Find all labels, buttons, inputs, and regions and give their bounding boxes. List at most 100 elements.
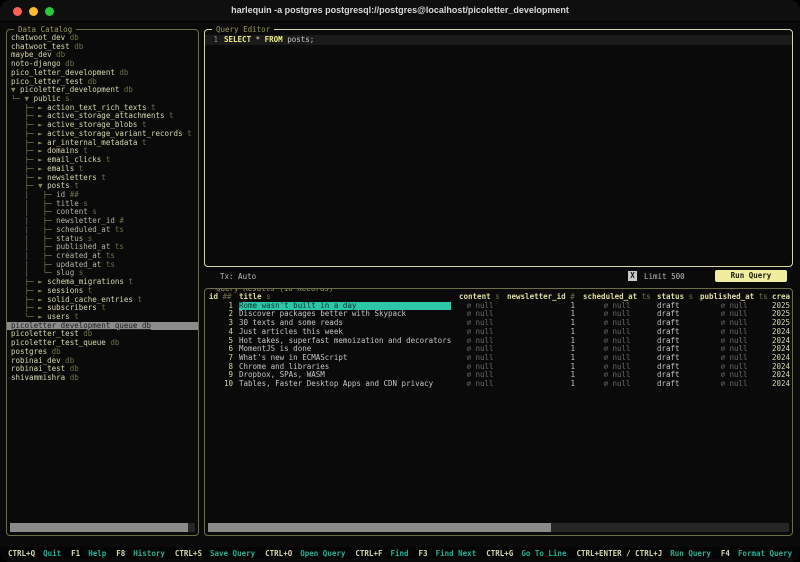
cell-status[interactable]: draft (657, 319, 694, 328)
shortcut-run-query[interactable]: CTRL+ENTER / CTRL+JRun Query (576, 549, 710, 558)
cell-created[interactable]: 2024 (772, 345, 790, 354)
column-header-id[interactable]: id ## (209, 293, 233, 302)
tree-item-users[interactable]: └─ ► users t (7, 313, 198, 322)
tree-item-active_storage_attachments[interactable]: ├─ ► active_storage_attachments t (7, 112, 198, 121)
column-header-content[interactable]: content s (459, 293, 501, 302)
cell-id[interactable]: 10 (209, 380, 233, 389)
cell-id[interactable]: 5 (209, 337, 233, 346)
tree-item-robinai_dev[interactable]: robinai_dev db (7, 357, 198, 366)
tree-item-id[interactable]: │ ├─ id ## (7, 191, 198, 200)
cell-newsletter_id[interactable]: 1 (507, 371, 575, 380)
column-header-title[interactable]: title s (239, 293, 451, 302)
cell-id[interactable]: 8 (209, 363, 233, 372)
tree-item-postgres[interactable]: postgres db (7, 348, 198, 357)
cell-title[interactable]: Hot takes, superfast memoization and dec… (239, 337, 451, 346)
tree-item-newsletter_id[interactable]: │ ├─ newsletter_id # (7, 217, 198, 226)
cell-created[interactable]: 2024 (772, 380, 790, 389)
cell-content[interactable]: ∅ null (459, 363, 501, 372)
tree-item-content[interactable]: │ ├─ content s (7, 208, 198, 217)
cell-published_at[interactable]: ∅ null (700, 319, 768, 328)
cell-title[interactable]: Rome wasn't built in a day (239, 302, 451, 311)
cell-newsletter_id[interactable]: 1 (507, 310, 575, 319)
shortcut-history[interactable]: F8History (116, 549, 165, 558)
cell-status[interactable]: draft (657, 354, 694, 363)
cell-newsletter_id[interactable]: 1 (507, 354, 575, 363)
tree-item-chatwoot_dev[interactable]: chatwoot_dev db (7, 34, 198, 43)
cell-title[interactable]: Chrome and libraries (239, 363, 451, 372)
tree-item-created_at[interactable]: │ ├─ created_at ts (7, 252, 198, 261)
cell-scheduled_at[interactable]: ∅ null (583, 345, 651, 354)
tree-item-active_storage_variant_records[interactable]: ├─ ► active_storage_variant_records t (7, 130, 198, 139)
shortcut-help[interactable]: F1Help (71, 549, 106, 558)
tree-item-email_clicks[interactable]: ├─ ► email_clicks t (7, 156, 198, 165)
tree-item-chatwoot_test[interactable]: chatwoot_test db (7, 43, 198, 52)
column-header-crea[interactable]: crea (772, 293, 790, 302)
cell-title[interactable]: Just articles this week (239, 328, 451, 337)
cell-id[interactable]: 3 (209, 319, 233, 328)
shortcut-find-next[interactable]: F3Find Next (419, 549, 477, 558)
cell-created[interactable]: 2025 (772, 319, 790, 328)
cell-title[interactable]: 30 texts and some reads (239, 319, 451, 328)
cell-scheduled_at[interactable]: ∅ null (583, 328, 651, 337)
cell-id[interactable]: 7 (209, 354, 233, 363)
cell-newsletter_id[interactable]: 1 (507, 380, 575, 389)
run-query-button[interactable]: Run Query (715, 270, 787, 282)
cell-published_at[interactable]: ∅ null (700, 345, 768, 354)
cell-created[interactable]: 2024 (772, 337, 790, 346)
tree-item-published_at[interactable]: │ ├─ published_at ts (7, 243, 198, 252)
cell-id[interactable]: 2 (209, 310, 233, 319)
tree-item-emails[interactable]: ├─ ► emails t (7, 165, 198, 174)
tree-item-action_text_rich_texts[interactable]: ├─ ► action_text_rich_texts t (7, 104, 198, 113)
tree-item-solid_cache_entries[interactable]: ├─ ► solid_cache_entries t (7, 296, 198, 305)
cell-created[interactable]: 2024 (772, 371, 790, 380)
tree-item-pico_letter_development[interactable]: pico_letter_development db (7, 69, 198, 78)
cell-published_at[interactable]: ∅ null (700, 363, 768, 372)
column-header-newsletter_id[interactable]: newsletter_id # (507, 293, 575, 302)
tree-item-public[interactable]: └─ ▼ public s (7, 95, 198, 104)
cell-status[interactable]: draft (657, 302, 694, 311)
limit-label[interactable]: Limit 500 (644, 272, 685, 281)
tree-item-picoletter_test_queue[interactable]: picoletter_test_queue db (7, 339, 198, 348)
cell-published_at[interactable]: ∅ null (700, 302, 768, 311)
tree-item-noto-django[interactable]: noto-django db (7, 60, 198, 69)
cell-content[interactable]: ∅ null (459, 328, 501, 337)
cell-published_at[interactable]: ∅ null (700, 328, 768, 337)
cell-newsletter_id[interactable]: 1 (507, 363, 575, 372)
cell-scheduled_at[interactable]: ∅ null (583, 380, 651, 389)
cell-published_at[interactable]: ∅ null (700, 310, 768, 319)
tree-item-updated_at[interactable]: │ ├─ updated_at ts (7, 261, 198, 270)
cell-content[interactable]: ∅ null (459, 337, 501, 346)
tree-item-shivammishra[interactable]: shivammishra db (7, 374, 198, 383)
tree-item-slug[interactable]: │ └─ slug s (7, 269, 198, 278)
query-editor-panel[interactable]: Query Editor 1 SELECT * FROM posts; (204, 29, 793, 267)
cell-scheduled_at[interactable]: ∅ null (583, 363, 651, 372)
cell-created[interactable]: 2024 (772, 328, 790, 337)
tree-item-posts[interactable]: ├─ ▼ posts t (7, 182, 198, 191)
cell-title[interactable]: What's new in ECMAScript (239, 354, 451, 363)
column-header-scheduled_at[interactable]: scheduled_at ts (583, 293, 651, 302)
cell-scheduled_at[interactable]: ∅ null (583, 371, 651, 380)
tree-item-picoletter_development[interactable]: ▼ picoletter_development db (7, 86, 198, 95)
tree-item-active_storage_blobs[interactable]: ├─ ► active_storage_blobs t (7, 121, 198, 130)
cell-title[interactable]: Dropbox, SPAs, WASM (239, 371, 451, 380)
cell-published_at[interactable]: ∅ null (700, 371, 768, 380)
cell-scheduled_at[interactable]: ∅ null (583, 354, 651, 363)
cell-content[interactable]: ∅ null (459, 310, 501, 319)
cell-created[interactable]: 2024 (772, 354, 790, 363)
cell-status[interactable]: draft (657, 328, 694, 337)
catalog-scrollbar-thumb[interactable] (10, 523, 188, 532)
cell-title[interactable]: Tables, Faster Desktop Apps and CDN priv… (239, 380, 451, 389)
cell-status[interactable]: draft (657, 380, 694, 389)
column-header-status[interactable]: status s (657, 293, 694, 302)
cell-created[interactable]: 2024 (772, 363, 790, 372)
limit-checkbox[interactable]: X (628, 271, 637, 281)
cell-content[interactable]: ∅ null (459, 380, 501, 389)
cell-status[interactable]: draft (657, 345, 694, 354)
cell-title[interactable]: MomentJS is done (239, 345, 451, 354)
tree-item-sessions[interactable]: ├─ ► sessions t (7, 287, 198, 296)
cell-newsletter_id[interactable]: 1 (507, 302, 575, 311)
tree-item-status[interactable]: │ ├─ status s (7, 235, 198, 244)
cell-newsletter_id[interactable]: 1 (507, 337, 575, 346)
cell-status[interactable]: draft (657, 363, 694, 372)
cell-content[interactable]: ∅ null (459, 319, 501, 328)
